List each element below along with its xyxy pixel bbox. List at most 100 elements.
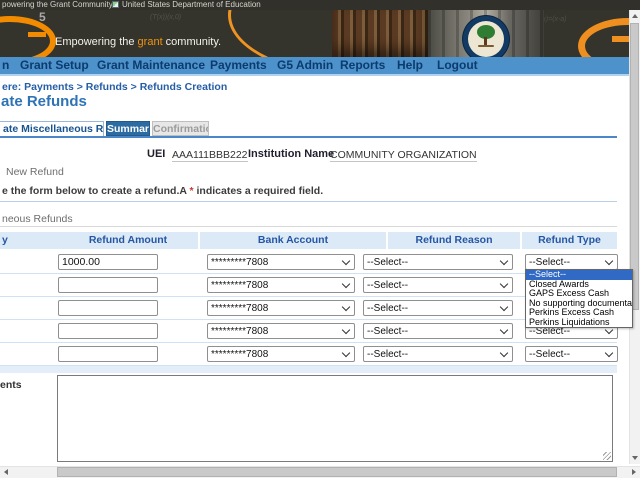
refund-reason-value: --Select-- — [364, 349, 501, 360]
chevron-down-icon — [342, 349, 350, 357]
tab-confirmation[interactable]: Confirmation — [152, 121, 209, 136]
dropdown-option-closed-awards[interactable]: Closed Awards — [526, 280, 632, 290]
column-header-authority: y — [0, 232, 58, 249]
dropdown-option-no-supporting-documentation[interactable]: No supporting documentation — [526, 299, 632, 309]
g5-logo-number: 5 — [39, 10, 46, 24]
bank-account-select[interactable]: *********7808 — [207, 323, 355, 339]
chevron-down-icon — [342, 326, 350, 334]
refund-amount-input[interactable] — [58, 323, 158, 339]
refund-type-select[interactable]: --Select-- — [525, 254, 618, 270]
column-header-refund-amount: Refund Amount — [58, 232, 198, 249]
tab-underline — [0, 136, 617, 138]
chevron-down-icon — [605, 349, 613, 357]
comments-textarea[interactable] — [57, 375, 613, 462]
bank-account-select[interactable]: *********7808 — [207, 300, 355, 316]
chevron-down-icon — [500, 349, 508, 357]
tagline-suffix: community. — [163, 36, 221, 48]
dropdown-option-gaps-excess-cash[interactable]: GAPS Excess Cash — [526, 289, 632, 299]
refund-reason-value: --Select-- — [364, 257, 501, 268]
refund-amount-input[interactable] — [58, 346, 158, 362]
dropdown-option-perkins-excess-cash[interactable]: Perkins Excess Cash — [526, 308, 632, 318]
bank-account-value: *********7808 — [208, 303, 343, 314]
refund-reason-value: --Select-- — [364, 280, 501, 291]
scroll-down-button[interactable] — [629, 452, 640, 464]
bank-account-value: *********7808 — [208, 326, 343, 337]
arrow-up-icon — [632, 14, 638, 18]
scroll-left-button[interactable] — [0, 466, 12, 478]
refund-type-value: --Select-- — [526, 349, 606, 360]
tab-create-miscellaneous-refunds[interactable]: ate Miscellaneous Refunds — [0, 121, 104, 136]
breadcrumb[interactable]: ere: Payments > Refunds > Refunds Creati… — [2, 81, 227, 93]
vertical-scrollbar-thumb[interactable] — [630, 23, 639, 310]
nav-item-payments[interactable]: Payments — [210, 57, 267, 74]
refund-type-value: --Select-- — [526, 257, 606, 268]
nav-item-cut[interactable]: n — [2, 57, 9, 74]
banner-tagline: Empowering the grant community. — [55, 36, 221, 48]
refund-reason-value: --Select-- — [364, 326, 501, 337]
scroll-up-button[interactable] — [629, 10, 640, 22]
window-title-bar: powering the Grant Community United Stat… — [0, 0, 640, 10]
doe-favicon-icon — [112, 1, 119, 8]
column-header-refund-reason: Refund Reason — [388, 232, 520, 249]
chevron-down-icon — [500, 280, 508, 288]
nav-item-help[interactable]: Help — [397, 57, 423, 74]
miscellaneous-refunds-section-label: neous Refunds — [2, 213, 73, 225]
horizontal-scrollbar-thumb[interactable] — [57, 467, 617, 477]
nav-item-logout[interactable]: Logout — [437, 57, 478, 74]
chevron-down-icon — [605, 257, 613, 265]
bank-account-select[interactable]: *********7808 — [207, 346, 355, 362]
uei-value: AAA111BBB222 — [172, 149, 248, 162]
bank-account-select[interactable]: *********7808 — [207, 254, 355, 270]
nav-item-grant-maintenance[interactable]: Grant Maintenance — [97, 57, 205, 74]
department-of-education-seal-icon — [463, 16, 509, 57]
bank-account-value: *********7808 — [208, 280, 343, 291]
comments-label: ents — [0, 379, 22, 391]
textarea-resize-handle-icon[interactable] — [603, 452, 611, 460]
uei-label: UEI — [147, 148, 165, 160]
nav-item-grant-setup[interactable]: Grant Setup — [20, 57, 89, 74]
nav-item-reports[interactable]: Reports — [340, 57, 385, 74]
nav-item-g5-admin[interactable]: G5 Admin — [277, 57, 333, 74]
hint-after: indicates a required field. — [194, 185, 324, 197]
chevron-down-icon — [342, 303, 350, 311]
section-divider — [0, 201, 617, 202]
title-right-text: United States Department of Education — [122, 0, 261, 10]
hint-before: e the form below to create a refund.A — [2, 185, 189, 197]
refund-type-select[interactable]: --Select-- — [525, 346, 618, 362]
chevron-down-icon — [500, 303, 508, 311]
g5-logo-right-bar — [612, 36, 629, 42]
main-nav: n Grant Setup Grant Maintenance Payments… — [0, 57, 629, 74]
page-title: ate Refunds — [1, 93, 87, 110]
column-header-refund-type: Refund Type — [522, 232, 617, 249]
column-header-bank-account: Bank Account — [200, 232, 386, 249]
refund-reason-select[interactable]: --Select-- — [363, 254, 513, 270]
refund-amount-input[interactable] — [58, 254, 158, 270]
tagline-accent: grant — [138, 36, 163, 48]
g5-logo-crossbar — [28, 32, 46, 37]
refund-reason-select[interactable]: --Select-- — [363, 346, 513, 362]
bank-account-select[interactable]: *********7808 — [207, 277, 355, 293]
institution-name-value: COMMUNITY ORGANIZATION — [330, 149, 477, 162]
dropdown-option-select[interactable]: --Select-- — [526, 270, 632, 280]
chevron-down-icon — [342, 280, 350, 288]
dropdown-option-perkins-liquidations[interactable]: Perkins Liquidations — [526, 318, 632, 328]
chevron-down-icon — [500, 326, 508, 334]
form-hint: e the form below to create a refund.A * … — [2, 185, 323, 197]
bank-account-value: *********7808 — [208, 257, 343, 268]
refund-type-dropdown-list: --Select-- Closed Awards GAPS Excess Cas… — [525, 269, 633, 328]
new-refund-section-label: New Refund — [6, 166, 64, 178]
refund-amount-input[interactable] — [58, 277, 158, 293]
refund-reason-select[interactable]: --Select-- — [363, 277, 513, 293]
title-left-text: powering the Grant Community — [2, 0, 113, 10]
tagline-prefix: Empowering the — [55, 36, 138, 48]
seal-tree-trunk — [484, 37, 487, 45]
nav-bottom-strip — [0, 74, 629, 76]
g5-application-window: powering the Grant Community United Stat… — [0, 0, 640, 480]
scroll-right-button[interactable] — [628, 466, 640, 478]
table-footer-band — [0, 366, 617, 373]
refund-reason-select[interactable]: --Select-- — [363, 323, 513, 339]
tab-summary[interactable]: Summary — [106, 121, 150, 136]
refund-reason-select[interactable]: --Select-- — [363, 300, 513, 316]
chevron-down-icon — [500, 257, 508, 265]
refund-amount-input[interactable] — [58, 300, 158, 316]
